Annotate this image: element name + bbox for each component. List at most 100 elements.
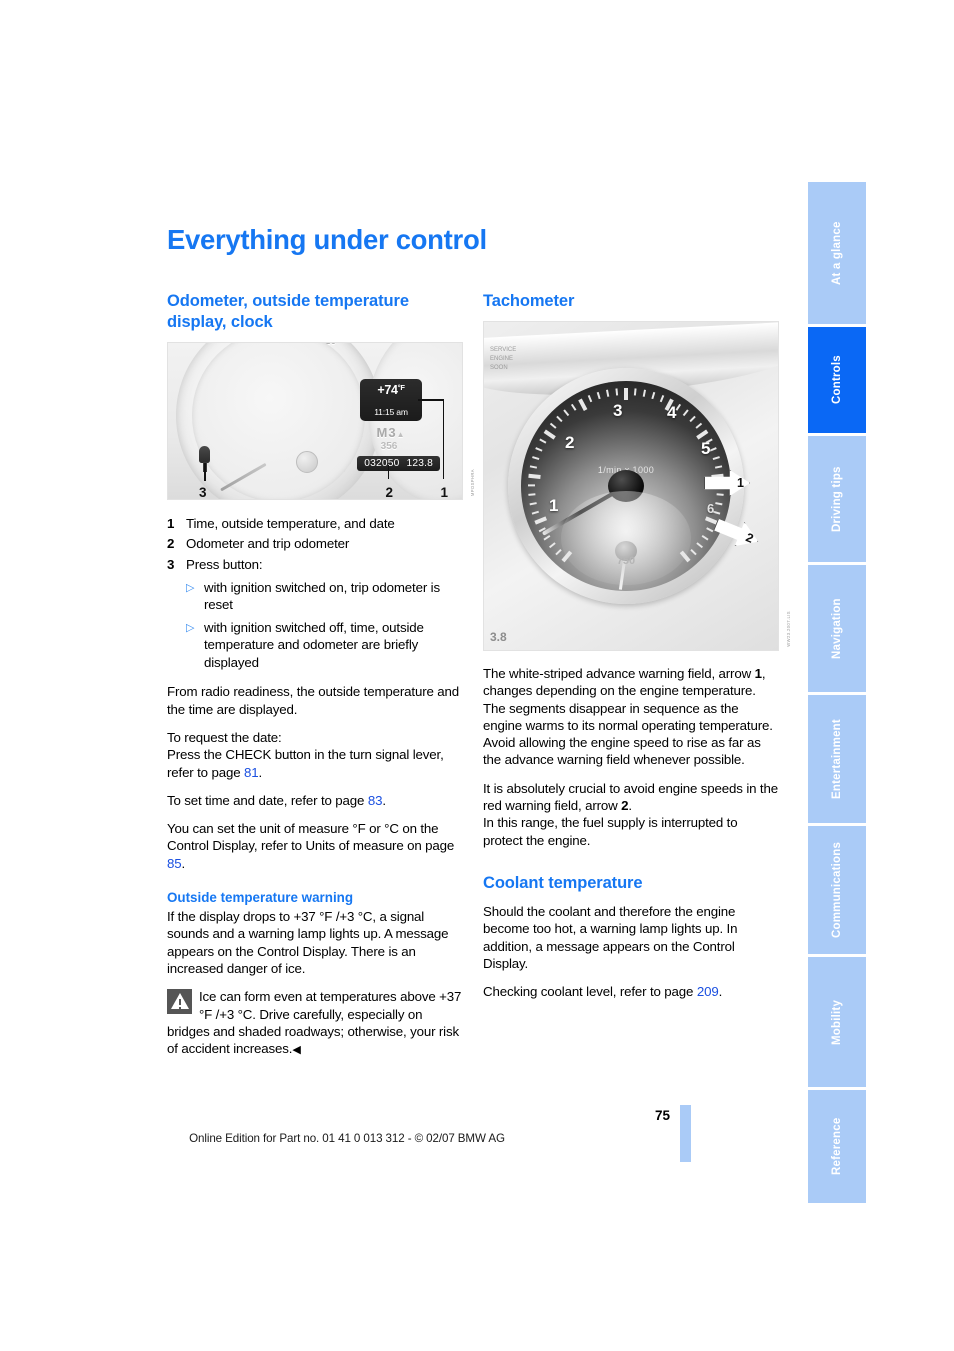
- left-column: Odometer, outside temperature display, c…: [167, 291, 475, 1059]
- instrument-cluster-image: 20 40 120 140 160 +74°F 11:15 am: [167, 342, 463, 500]
- tick-mark: [596, 391, 601, 400]
- page-link-85[interactable]: 85: [167, 856, 182, 871]
- page-link-81[interactable]: 81: [244, 765, 259, 780]
- end-mark-icon: ◀: [292, 1044, 301, 1057]
- warning-triangle-icon: [167, 989, 192, 1015]
- tick-mark: [527, 484, 536, 487]
- triangle-bullet-icon: ▷: [186, 581, 195, 594]
- tick-mark: [528, 493, 536, 496]
- tach-num-4: 4: [667, 403, 677, 422]
- tick-mark: [192, 406, 201, 409]
- telltale-bottom-value: 3.8: [490, 630, 507, 644]
- right-column: Tachometer SERVICE ENGINE SOON 3.8 1 2 3…: [483, 291, 791, 1011]
- side-tab-driving-tips[interactable]: Driving tips: [808, 436, 866, 562]
- arrow-ref-1: 1: [754, 666, 762, 681]
- section-heading-coolant: Coolant temperature: [483, 873, 643, 892]
- tick-mark: [223, 348, 230, 356]
- page-link-209[interactable]: 209: [697, 984, 719, 999]
- item-text: Press button:: [186, 556, 263, 572]
- tick-mark: [701, 534, 709, 541]
- tach-num-2: 2: [565, 433, 575, 452]
- item-number: 2: [167, 536, 175, 552]
- side-tab-at-a-glance[interactable]: At a glance: [808, 182, 866, 324]
- tick-mark: [695, 422, 703, 429]
- tick-mark: [715, 502, 723, 506]
- tick-mark: [605, 389, 610, 397]
- speed-mark-160: 160: [328, 403, 347, 415]
- telltale-service-text: SERVICE ENGINE SOON: [490, 347, 517, 371]
- tick-mark: [543, 534, 551, 541]
- tick-mark: [231, 343, 238, 351]
- leader-line-3: [204, 463, 206, 481]
- side-tab-navigation[interactable]: Navigation: [808, 565, 866, 692]
- tach-num-1: 1: [549, 496, 559, 515]
- trip-reset-button[interactable]: [199, 446, 210, 472]
- side-tab-entertainment[interactable]: Entertainment: [808, 695, 866, 823]
- side-tab-communications[interactable]: Communications: [808, 826, 866, 954]
- side-tab-label: At a glance: [831, 221, 843, 285]
- tick-mark: [204, 369, 213, 376]
- tick-mark: [240, 343, 245, 346]
- units-text: You can set the unit of measure °F or °C…: [167, 821, 455, 854]
- tick-mark: [348, 378, 357, 384]
- subheading-outside-temp-warning: Outside temperature warning: [167, 890, 354, 906]
- page-link-83[interactable]: 83: [368, 793, 383, 808]
- request-date-label: To request the date:: [167, 729, 282, 745]
- side-tab-controls[interactable]: Controls: [808, 327, 866, 433]
- leader-line-2: [387, 465, 389, 479]
- tick-mark: [712, 456, 720, 461]
- tick-mark: [570, 403, 577, 411]
- sub-dial-value: 750: [616, 555, 636, 567]
- check-button-text: Press the CHECK button in the turn signa…: [167, 747, 444, 780]
- tick-mark: [193, 424, 202, 428]
- paragraph-request-date: To request the date: Press the CHECK but…: [167, 729, 444, 780]
- callout-2: 2: [385, 485, 393, 500]
- safety-notice-text: Ice can form even at temperatures above …: [167, 989, 462, 1057]
- item-number: 3: [167, 556, 175, 572]
- tick-mark: [192, 416, 201, 418]
- tick-mark: [343, 457, 351, 464]
- tick-mark: [716, 493, 724, 496]
- instrument-cluster-figure: 20 40 120 140 160 +74°F 11:15 am: [167, 342, 475, 500]
- odometer-display: 032050 123.8: [357, 456, 440, 471]
- tick-mark: [563, 409, 570, 417]
- figure-credit: MPOSPHRA: [470, 468, 475, 496]
- tick-mark: [529, 502, 537, 506]
- gear-indicator: M3▲: [376, 425, 406, 440]
- tick-mark: [549, 422, 557, 429]
- paragraph-radio-readiness: From radio readiness, the outside temper…: [167, 684, 459, 717]
- side-tab-label: Driving tips: [831, 466, 843, 532]
- page-title: Everything under control: [167, 224, 487, 255]
- footer-text: Online Edition for Part no. 01 41 0 013 …: [189, 1132, 505, 1145]
- tick-mark: [532, 456, 540, 461]
- speedometer-hub: [264, 401, 292, 429]
- tick-mark: [651, 391, 656, 400]
- tick-mark: [327, 348, 334, 356]
- odometer-value: 032050: [364, 458, 400, 469]
- tick-mark: [196, 387, 205, 392]
- tick-mark: [578, 398, 588, 412]
- speed-mark-140: 140: [331, 367, 350, 379]
- fuel-supply-text: In this range, the fuel supply is interr…: [483, 815, 738, 848]
- tick-mark: [543, 429, 556, 440]
- manual-page: Everything under control Odometer, outsi…: [0, 0, 954, 1351]
- side-tab-reference[interactable]: Reference: [808, 1090, 866, 1203]
- tick-mark: [333, 354, 341, 362]
- page-number: 75: [654, 1108, 670, 1123]
- tick-mark: [633, 388, 637, 396]
- tick-mark: [355, 424, 364, 428]
- tick-mark: [194, 396, 203, 400]
- trip-odometer-value: 123.8: [406, 458, 433, 469]
- tick-mark: [339, 362, 347, 369]
- tick-mark: [210, 362, 218, 369]
- section-heading-tachometer: Tachometer: [483, 292, 575, 310]
- triangle-bullet-icon: ▷: [186, 621, 195, 634]
- tick-mark: [704, 516, 718, 525]
- tick-mark: [319, 343, 326, 351]
- outside-temperature-value: +74°F: [377, 383, 405, 397]
- side-tab-mobility[interactable]: Mobility: [808, 957, 866, 1087]
- tick-mark: [194, 433, 203, 437]
- callout-arrow-2-label: 2: [743, 530, 756, 546]
- sub-item-text: with ignition switched on, trip odometer…: [204, 579, 440, 613]
- set-time-text: To set time and date, refer to page: [167, 792, 368, 808]
